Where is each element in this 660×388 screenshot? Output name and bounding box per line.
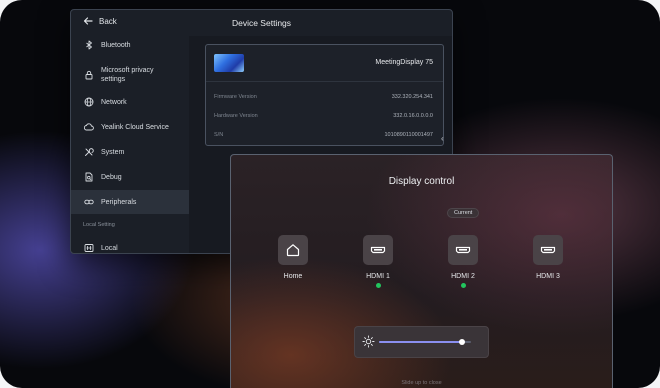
info-label: Firmware Version xyxy=(214,94,257,100)
sidebar-section-label: Local Setting xyxy=(83,222,115,228)
settings-sidebar: Bluetooth Microsoft privacy settings Net… xyxy=(71,36,189,253)
cloud-icon xyxy=(83,121,95,133)
source-home[interactable]: Home xyxy=(268,235,318,280)
sidebar-item-local[interactable]: Local xyxy=(71,237,189,253)
divider xyxy=(206,81,443,82)
slider-fill xyxy=(379,341,462,343)
source-label: HDMI 2 xyxy=(451,273,475,280)
sidebar-item-label: Debug xyxy=(101,173,122,181)
globe-icon xyxy=(83,96,95,108)
sidebar-item-label: Yealink Cloud Service xyxy=(101,123,169,131)
swipe-hint: Slide up to close xyxy=(401,380,442,386)
panel-title: Display control xyxy=(388,176,455,187)
info-row-hardware: Hardware Version 332.0.16.0.0.0.0 xyxy=(214,113,433,119)
connected-indicator xyxy=(460,283,466,288)
sun-icon xyxy=(362,335,375,348)
bluetooth-icon xyxy=(83,39,95,51)
sidebar-item-label: Bluetooth xyxy=(101,41,131,49)
page-title: Device Settings xyxy=(231,18,292,28)
device-info-card: MeetingDisplay 75 Firmware Version 332.3… xyxy=(205,44,444,146)
brightness-slider[interactable] xyxy=(379,339,471,345)
source-label: HDMI 1 xyxy=(366,273,390,280)
sidebar-item-network[interactable]: Network xyxy=(71,92,189,112)
info-label: S/N xyxy=(214,132,224,138)
source-label: Home xyxy=(283,273,303,280)
chevron-left-icon[interactable]: ‹ xyxy=(441,134,444,143)
local-icon xyxy=(83,242,95,253)
source-label: HDMI 3 xyxy=(536,273,560,280)
sidebar-item-bluetooth[interactable]: Bluetooth xyxy=(71,36,189,54)
source-tile xyxy=(533,235,563,265)
brightness-control xyxy=(354,326,489,358)
sidebar-item-microsoft-privacy[interactable]: Microsoft privacy settings xyxy=(71,58,189,92)
sidebar-item-label: Microsoft privacy settings xyxy=(101,67,154,83)
debug-icon xyxy=(83,171,95,183)
source-hdmi-3[interactable]: HDMI 3 xyxy=(523,235,573,280)
hdmi-icon xyxy=(370,246,386,254)
info-value: 332.0.16.0.0.0.0 xyxy=(393,113,433,119)
info-row-firmware: Firmware Version 332.320.254.341 xyxy=(214,94,433,100)
slider-thumb[interactable] xyxy=(458,339,465,345)
tools-icon xyxy=(83,146,95,158)
source-tile xyxy=(448,235,478,265)
sidebar-item-cloud-service[interactable]: Yealink Cloud Service xyxy=(71,116,189,138)
screen-background: Back Device Settings Bluetooth Microsoft… xyxy=(0,0,660,388)
info-value: 332.320.254.341 xyxy=(391,94,433,100)
hdmi-icon xyxy=(540,246,556,254)
link-icon xyxy=(83,196,95,208)
current-badge: Current xyxy=(447,208,480,218)
sidebar-item-debug[interactable]: Debug xyxy=(71,166,189,188)
home-icon xyxy=(286,244,300,257)
sidebar-item-peripherals[interactable]: Peripherals xyxy=(71,190,189,214)
info-value: 1010890110001497 xyxy=(384,132,433,138)
source-hdmi-1[interactable]: HDMI 1 xyxy=(353,235,403,288)
lock-icon xyxy=(83,69,95,81)
source-tile xyxy=(278,235,308,265)
hdmi-icon xyxy=(455,246,471,254)
sidebar-item-label: Local xyxy=(101,244,118,252)
sidebar-item-label: System xyxy=(101,148,125,156)
info-row-serial: S/N 1010890110001497 xyxy=(214,132,433,138)
device-thumbnail xyxy=(214,54,244,72)
sidebar-item-label: Network xyxy=(101,98,127,106)
source-hdmi-2[interactable]: HDMI 2 xyxy=(438,235,488,288)
sidebar-item-label: Peripherals xyxy=(101,198,137,206)
source-tile xyxy=(363,235,393,265)
info-label: Hardware Version xyxy=(214,113,258,119)
device-name: MeetingDisplay 75 xyxy=(375,59,433,66)
settings-header: Back Device Settings xyxy=(71,10,452,36)
connected-indicator xyxy=(375,283,381,288)
display-control-panel: Display control Current Home HDMI 1 HDMI… xyxy=(230,154,613,388)
sidebar-item-system[interactable]: System xyxy=(71,141,189,163)
